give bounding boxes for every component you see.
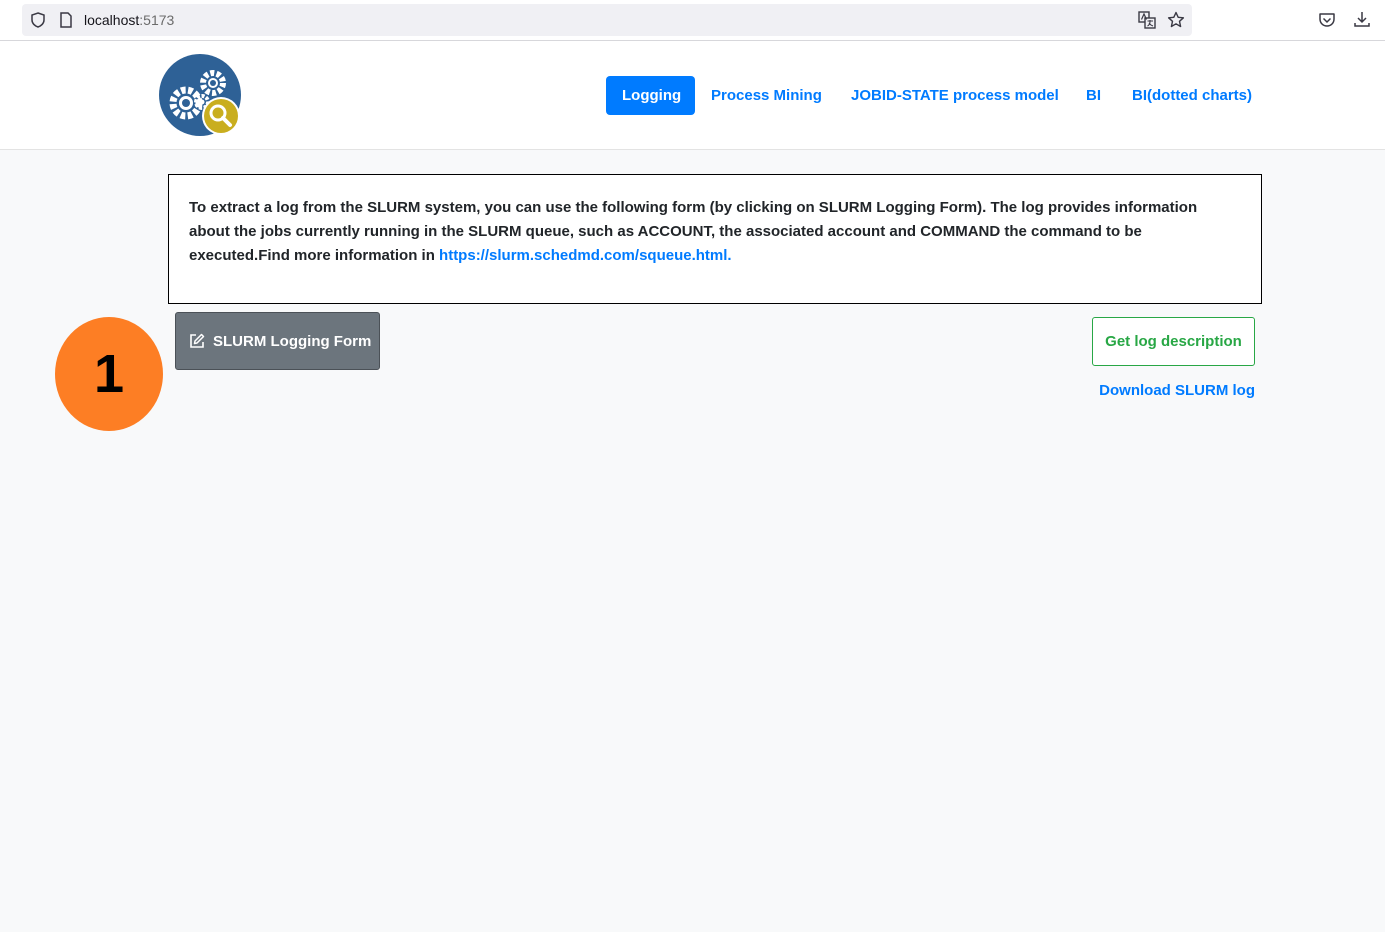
download-icon[interactable] bbox=[1353, 10, 1371, 28]
translate-icon[interactable] bbox=[1138, 11, 1156, 29]
get-log-description-button[interactable]: Get log description bbox=[1092, 317, 1255, 366]
app-navbar: Logging Process Mining JOBID-STATE proce… bbox=[0, 41, 1385, 150]
magnifier-icon bbox=[202, 97, 240, 135]
squeue-docs-link[interactable]: https://slurm.schedmd.com/squeue.html. bbox=[439, 247, 732, 264]
nav-bi[interactable]: BI bbox=[1070, 76, 1117, 115]
edit-icon bbox=[190, 333, 205, 348]
page-icon bbox=[60, 12, 72, 28]
app-logo[interactable] bbox=[158, 53, 242, 137]
step-badge: 1 bbox=[55, 317, 163, 431]
pocket-icon[interactable] bbox=[1318, 11, 1336, 29]
nav-logging[interactable]: Logging bbox=[606, 76, 695, 115]
address-bar[interactable]: localhost:5173 bbox=[22, 4, 1192, 36]
bookmark-star-icon[interactable] bbox=[1167, 11, 1185, 29]
url-port: :5173 bbox=[139, 12, 175, 28]
download-slurm-log-link[interactable]: Download SLURM log bbox=[1090, 380, 1255, 402]
nav-bi-dotted-charts[interactable]: BI(dotted charts) bbox=[1116, 76, 1268, 115]
slurm-logging-form-button[interactable]: SLURM Logging Form bbox=[175, 312, 380, 370]
info-panel: To extract a log from the SLURM system, … bbox=[168, 174, 1262, 304]
browser-toolbar: localhost:5173 bbox=[0, 0, 1385, 41]
nav-process-mining[interactable]: Process Mining bbox=[695, 76, 838, 115]
form-button-label: SLURM Logging Form bbox=[213, 332, 372, 350]
shield-icon[interactable] bbox=[30, 12, 46, 28]
url-text[interactable]: localhost:5173 bbox=[84, 12, 174, 28]
nav-jobid-state-model[interactable]: JOBID-STATE process model bbox=[835, 76, 1075, 115]
url-host: localhost bbox=[84, 12, 140, 28]
